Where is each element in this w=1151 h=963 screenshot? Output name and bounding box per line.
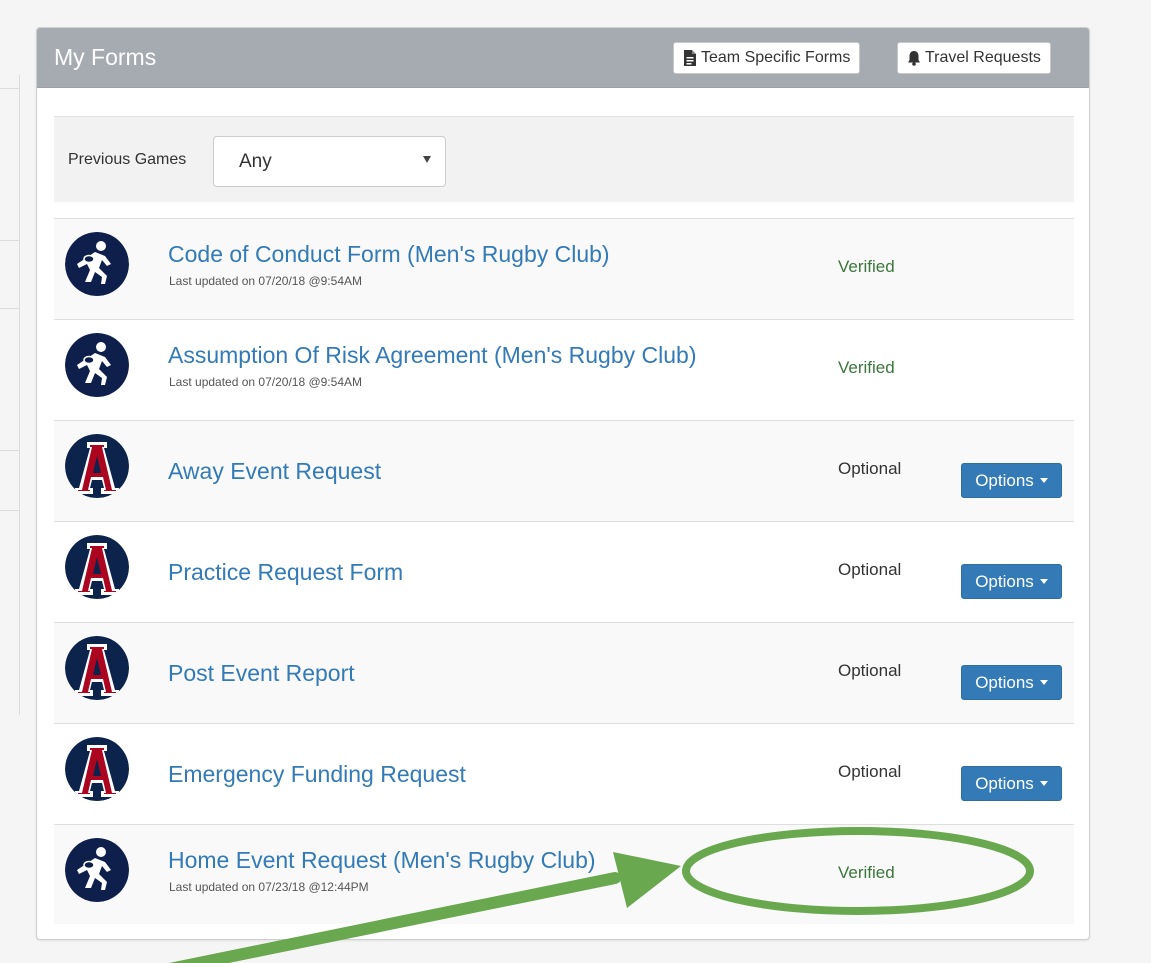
file-icon — [684, 50, 696, 66]
form-row: Emergency Funding Request Optional Options — [54, 723, 1074, 824]
sidebar-divider — [0, 308, 20, 309]
left-sidebar-edge — [0, 75, 20, 715]
form-title-link[interactable]: Assumption Of Risk Agreement (Men's Rugb… — [168, 342, 697, 369]
rugby-club-icon — [65, 838, 129, 902]
form-name: Assumption Of Risk Agreement — [168, 342, 488, 368]
team-specific-forms-button[interactable]: Team Specific Forms — [673, 42, 861, 74]
caret-down-icon — [1039, 781, 1048, 786]
form-title-link[interactable]: Emergency Funding Request — [168, 761, 466, 788]
forms-list: Code of Conduct Form (Men's Rugby Club) L… — [54, 218, 1074, 924]
form-status: Verified — [838, 863, 895, 882]
previous-games-label: Previous Games — [68, 151, 187, 168]
bell-icon — [908, 51, 920, 66]
options-dropdown-button[interactable]: Options — [961, 463, 1062, 498]
sidebar-divider — [0, 88, 20, 89]
options-label: Options — [975, 773, 1034, 793]
form-team-name: (Men's Rugby Club) — [400, 241, 610, 267]
university-a-logo — [65, 636, 129, 700]
form-status: Verified — [838, 358, 895, 377]
travel-requests-button[interactable]: Travel Requests — [897, 42, 1051, 74]
university-a-logo — [65, 434, 129, 498]
previous-games-selected: Any — [239, 151, 272, 172]
caret-down-icon — [1039, 680, 1048, 685]
form-name: Emergency Funding Request — [168, 761, 466, 787]
form-name: Post Event Report — [168, 660, 355, 686]
options-dropdown-button[interactable]: Options — [961, 665, 1062, 700]
options-label: Options — [975, 571, 1034, 591]
caret-down-icon — [423, 156, 431, 163]
options-label: Options — [975, 470, 1034, 490]
form-row: Away Event Request Optional Options — [54, 420, 1074, 521]
form-team-name: (Men's Rugby Club) — [386, 847, 596, 873]
rugby-club-icon — [65, 333, 129, 397]
form-status: Verified — [838, 257, 895, 276]
caret-down-icon — [1039, 579, 1048, 584]
form-row: Code of Conduct Form (Men's Rugby Club) L… — [54, 218, 1074, 319]
form-last-updated: Last updated on 07/20/18 @9:54AM — [169, 274, 362, 288]
sidebar-divider — [0, 510, 20, 511]
form-last-updated: Last updated on 07/20/18 @9:54AM — [169, 375, 362, 389]
form-name: Home Event Request — [168, 847, 387, 873]
form-title-link[interactable]: Post Event Report — [168, 660, 355, 687]
form-last-updated: Last updated on 07/23/18 @12:44PM — [169, 880, 369, 894]
previous-games-select[interactable]: Any — [213, 136, 446, 187]
sidebar-divider — [0, 450, 20, 451]
form-row: Practice Request Form Optional Options — [54, 521, 1074, 622]
my-forms-panel: My Forms Team Specific Forms Travel Requ… — [36, 27, 1090, 940]
form-name: Practice Request Form — [168, 559, 404, 585]
form-title-link[interactable]: Home Event Request (Men's Rugby Club) — [168, 847, 596, 874]
form-title-link[interactable]: Code of Conduct Form (Men's Rugby Club) — [168, 241, 610, 268]
form-name: Away Event Request — [168, 458, 382, 484]
form-row: Home Event Request (Men's Rugby Club) Las… — [54, 824, 1074, 924]
filter-bar: Previous Games Any — [54, 116, 1074, 202]
travel-requests-label: Travel Requests — [925, 49, 1041, 66]
form-row: Post Event Report Optional Options — [54, 622, 1074, 723]
options-dropdown-button[interactable]: Options — [961, 564, 1062, 599]
panel-heading: My Forms Team Specific Forms Travel Requ… — [37, 28, 1089, 88]
rugby-club-icon — [65, 232, 129, 296]
form-status: Optional — [838, 661, 902, 680]
caret-down-icon — [1039, 478, 1048, 483]
form-team-name: (Men's Rugby Club) — [487, 342, 697, 368]
form-title-link[interactable]: Away Event Request — [168, 458, 381, 485]
options-label: Options — [975, 672, 1034, 692]
form-status: Optional — [838, 459, 902, 478]
university-a-logo — [65, 535, 129, 599]
sidebar-divider — [0, 240, 20, 241]
form-name: Code of Conduct Form — [168, 241, 401, 267]
team-specific-forms-label: Team Specific Forms — [701, 49, 851, 66]
university-a-logo — [65, 737, 129, 801]
panel-title: My Forms — [54, 44, 157, 70]
form-title-link[interactable]: Practice Request Form — [168, 559, 403, 586]
form-status: Optional — [838, 762, 902, 781]
form-status: Optional — [838, 560, 902, 579]
form-row: Assumption Of Risk Agreement (Men's Rugb… — [54, 319, 1074, 420]
options-dropdown-button[interactable]: Options — [961, 766, 1062, 801]
